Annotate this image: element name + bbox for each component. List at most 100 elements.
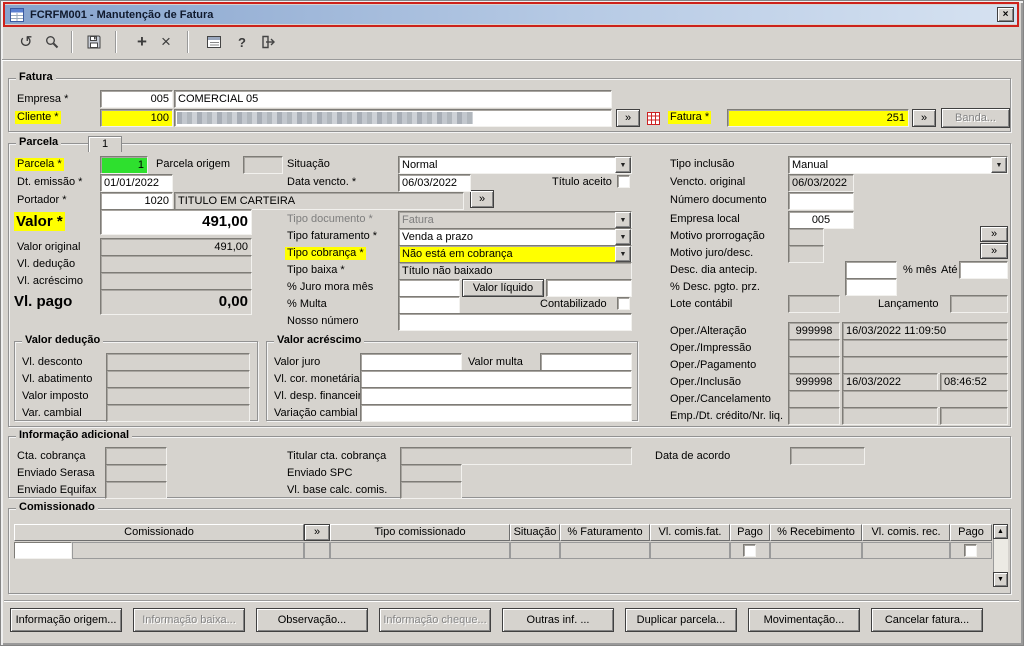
parcela-tab-1[interactable]: 1 [88,136,122,152]
save-icon[interactable] [83,31,105,53]
valor-field[interactable]: 491,00 [100,209,252,235]
chevron-down-icon[interactable]: ▼ [991,157,1007,173]
situacao-label: Situação [287,158,330,170]
portador-code-field[interactable]: 1020 [100,192,173,210]
comissionado-lookup-button[interactable]: » [304,524,330,541]
duplicar-parcela-button[interactable]: Duplicar parcela... [625,608,737,632]
cliente-name-field [174,109,612,127]
valor-multa-field[interactable] [540,353,632,371]
multa-field[interactable] [398,296,460,314]
vencto-original-field: 06/03/2022 [788,174,854,192]
contabilizado-label: Contabilizado [540,298,607,310]
oper-cancelamento-label: Oper./Cancelamento [670,393,771,405]
juro-mora-field[interactable] [398,279,460,297]
calendar-icon[interactable] [203,31,225,53]
titlebar[interactable]: FCRFM001 - Manutenção de Fatura × [5,5,1017,24]
motivo-juro-desc-lookup-button[interactable]: » [980,243,1008,259]
dt-emissao-field[interactable]: 01/01/2022 [100,174,173,192]
fatura-num-field[interactable]: 251 [727,109,909,127]
empresa-local-field[interactable]: 005 [788,211,854,229]
scroll-up-button[interactable]: ▲ [993,524,1008,539]
oper-inclusao-date-field: 16/03/2022 [842,373,938,391]
tipo-faturamento-label: Tipo faturamento * [287,230,378,242]
toolbar-divider [2,59,1021,61]
titulo-aceito-checkbox[interactable] [617,175,630,188]
tipo-documento-combo: Fatura ▼ [398,211,632,229]
empresa-name-field: COMERCIAL 05 [174,90,612,108]
grid-cell-comissionado-code[interactable] [14,542,72,559]
chevron-down-icon[interactable]: ▼ [615,157,631,173]
vl-desp-financeira-field[interactable] [360,387,632,405]
tipo-inclusao-combo[interactable]: Manual ▼ [788,156,1008,174]
portador-lookup-button[interactable]: » [470,190,494,208]
valor-juro-field[interactable] [360,353,462,371]
vl-base-calc-field [400,481,462,499]
data-acordo-label: Data de acordo [655,450,731,462]
undo-icon[interactable]: ↺ [15,31,37,53]
contabilizado-checkbox[interactable] [617,297,630,310]
scroll-down-button[interactable]: ▼ [993,572,1008,587]
ate-field[interactable] [959,261,1008,279]
portador-label: Portador * [17,194,67,206]
oper-impressao-code-field [788,339,840,357]
chevron-down-icon[interactable]: ▼ [615,229,631,245]
informacao-origem-button[interactable]: Informação origem... [10,608,122,632]
window-title: FCRFM001 - Manutenção de Fatura [30,8,214,21]
motivo-prorrogacao-lookup-button[interactable]: » [980,226,1008,242]
exit-icon[interactable] [257,31,279,53]
pago-rec-checkbox[interactable] [964,544,977,557]
situacao-value: Normal [402,159,438,171]
pct-mes-label: % mês [903,264,937,276]
vl-cor-monetaria-field[interactable] [360,370,632,388]
fatura-num-label: Fatura * [668,111,712,124]
cancelar-fatura-button[interactable]: Cancelar fatura... [871,608,983,632]
parcela-field[interactable]: 1 [100,156,148,174]
scrollbar-track[interactable] [993,539,1008,572]
toolbar-separator [187,31,189,53]
valor-liquido-field[interactable] [546,279,632,297]
grid-cell-tipo-comissionado [330,542,510,559]
valor-label: Valor * [14,212,65,231]
desc-pgto-prz-field[interactable] [845,278,897,296]
chevron-down-icon[interactable]: ▼ [615,246,631,262]
empresa-code-field[interactable]: 005 [100,90,173,108]
fatura-lookup-button[interactable]: » [912,109,936,127]
add-icon[interactable]: + [131,31,153,53]
motivo-juro-desc-label: Motivo juro/desc. [670,247,754,259]
nosso-numero-field[interactable] [398,313,632,331]
movimentacao-button[interactable]: Movimentação... [748,608,860,632]
outras-inf-button[interactable]: Outras inf. ... [502,608,614,632]
pago-fat-checkbox[interactable] [743,544,756,557]
tipo-baixa-label: Tipo baixa * [287,264,345,276]
desc-dia-antecip-field[interactable] [845,261,897,279]
valor-imposto-label: Valor imposto [22,390,89,402]
cliente-lookup-button[interactable]: » [616,109,640,127]
titulo-aceito-label: Título aceito [552,176,612,188]
application-window: FCRFM001 - Manutenção de Fatura × ↺ + × … [0,0,1024,646]
cliente-detail-icon[interactable] [644,110,662,126]
grid-header-vl-comis-rec: Vl. comis. rec. [862,524,950,541]
search-icon[interactable] [41,31,63,53]
parcela-origem-label: Parcela origem [156,158,230,170]
help-icon[interactable]: ? [231,31,253,53]
variacao-cambial-field[interactable] [360,404,632,422]
numero-documento-label: Número documento [670,194,767,206]
tipo-faturamento-combo[interactable]: Venda a prazo ▼ [398,228,632,246]
observacao-button[interactable]: Observação... [256,608,368,632]
enviado-spc-field [400,464,462,482]
delete-icon[interactable]: × [155,31,177,53]
grid-header-pct-faturamento: % Faturamento [560,524,650,541]
vl-acrescimo-label: Vl. acréscimo [17,275,84,287]
close-button[interactable]: × [997,7,1014,22]
valor-liquido-button[interactable]: Valor líquido [462,279,544,297]
redacted-client-name [177,112,473,124]
vl-abatimento-field [106,370,250,388]
oper-alteracao-datetime-field: 16/03/2022 11:09:50 [842,322,1008,340]
tipo-cobranca-combo[interactable]: Não está em cobrança ▼ [398,245,632,263]
situacao-combo[interactable]: Normal ▼ [398,156,632,174]
tipo-cobranca-value: Não está em cobrança [402,248,513,260]
cliente-code-field[interactable]: 100 [100,109,173,127]
parcela-label: Parcela * [15,158,64,171]
data-vencto-field[interactable]: 06/03/2022 [398,174,471,192]
numero-documento-field[interactable] [788,192,854,210]
